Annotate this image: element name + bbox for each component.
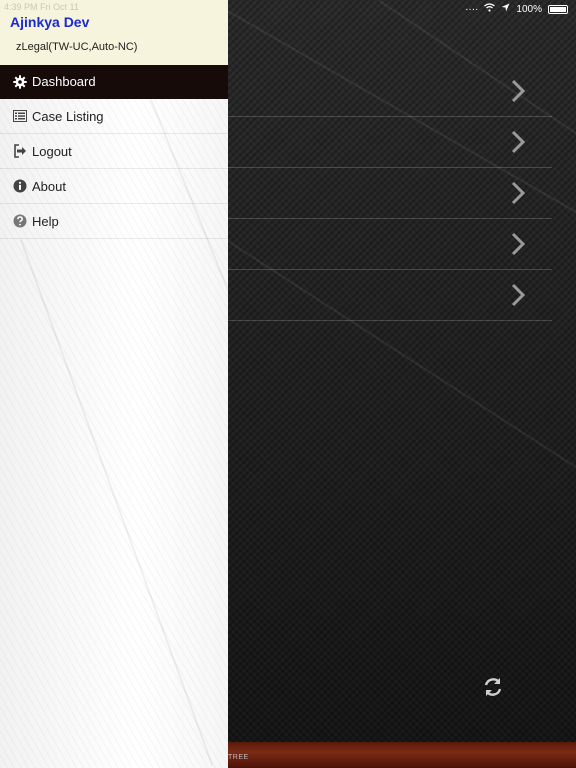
location-icon — [501, 3, 510, 15]
menu-item-help[interactable]: Help — [0, 204, 228, 239]
menu-item-label: About — [32, 178, 66, 194]
dashboard-row[interactable] — [228, 270, 552, 321]
drawer-menu: Dashboard Case Listing Logout About Help — [0, 65, 228, 239]
dashboard-row[interactable] — [228, 117, 552, 168]
menu-item-logout[interactable]: Logout — [0, 134, 228, 169]
help-icon — [13, 214, 27, 228]
dashboard-row[interactable] — [228, 219, 552, 270]
info-icon — [13, 179, 27, 193]
list-icon — [13, 109, 27, 123]
menu-item-about[interactable]: About — [0, 169, 228, 204]
menu-item-label: Logout — [32, 143, 72, 159]
organization-label: zLegal(TW-UC,Auto-NC) — [16, 41, 138, 53]
status-bar: ···· 100% — [228, 0, 576, 18]
logout-icon — [13, 144, 27, 158]
refresh-icon[interactable] — [482, 676, 504, 698]
menu-item-label: Help — [32, 213, 59, 229]
battery-text: 100% — [516, 3, 542, 15]
background-streak — [20, 239, 214, 767]
chevron-right-icon — [511, 283, 526, 307]
profile-header: 4:39 PM Fri Oct 11 Ajinkya Dev zLegal(TW… — [0, 0, 228, 65]
wifi-icon — [484, 3, 496, 15]
dashboard-row[interactable] — [228, 66, 552, 117]
battery-icon — [548, 4, 568, 14]
menu-item-label: Case Listing — [32, 108, 104, 124]
signal-dots-icon: ···· — [465, 3, 479, 15]
dashboard-row[interactable] — [228, 168, 552, 219]
chevron-right-icon — [511, 130, 526, 154]
side-drawer: 4:39 PM Fri Oct 11 Ajinkya Dev zLegal(TW… — [0, 0, 228, 768]
status-time: 4:39 PM Fri Oct 11 — [4, 2, 79, 12]
menu-item-label: Dashboard — [32, 74, 96, 89]
footer-bar — [228, 742, 576, 768]
chevron-right-icon — [511, 181, 526, 205]
chevron-right-icon — [511, 232, 526, 256]
gear-icon — [13, 74, 27, 89]
menu-item-dashboard[interactable]: Dashboard — [0, 65, 228, 99]
user-name: Ajinkya Dev — [10, 14, 90, 30]
chevron-right-icon — [511, 79, 526, 103]
menu-item-case-listing[interactable]: Case Listing — [0, 99, 228, 134]
dashboard-list — [228, 66, 552, 321]
footer-logo: TREE — [228, 754, 249, 761]
